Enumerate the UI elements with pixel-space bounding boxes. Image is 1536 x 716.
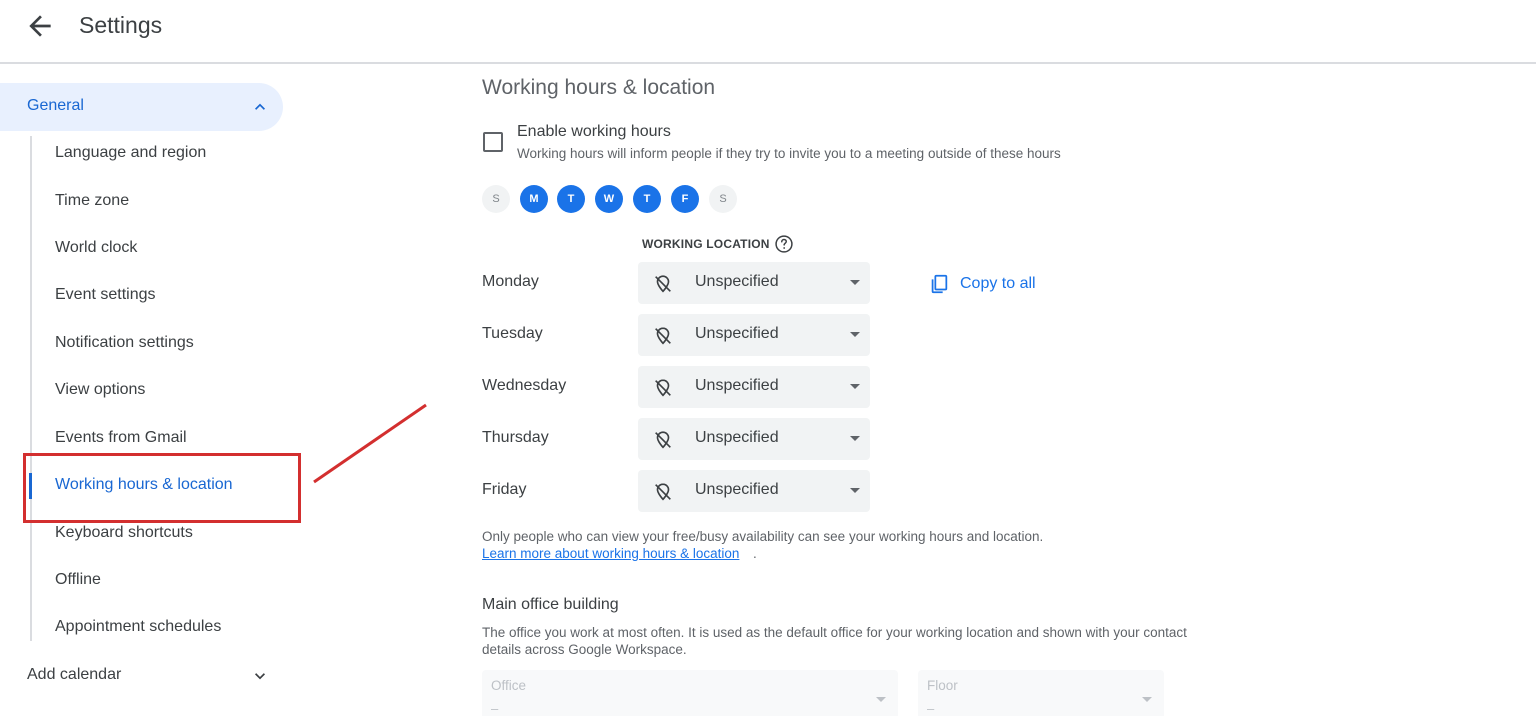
enable-working-hours-description: Working hours will inform people if they… (517, 146, 1061, 161)
copy-icon (931, 274, 948, 294)
dropdown-caret-icon (850, 488, 860, 493)
dropdown-caret-icon (850, 280, 860, 285)
location-select-friday[interactable]: Unspecified (638, 470, 870, 512)
dropdown-caret-icon (850, 436, 860, 441)
top-bar: Settings (0, 0, 1536, 64)
location-off-icon (655, 483, 671, 501)
location-value: Unspecified (695, 273, 779, 290)
day-chip-sunday[interactable]: S (482, 185, 510, 213)
day-chip-monday[interactable]: M (520, 185, 548, 213)
location-off-icon (655, 379, 671, 397)
row-day-label: Tuesday (482, 325, 543, 342)
main-content: Working hours & location Enable working … (482, 66, 1482, 716)
sidebar: General Language and region Time zone Wo… (0, 66, 300, 716)
sidebar-item-notification-settings[interactable]: Notification settings (55, 334, 194, 352)
location-value: Unspecified (695, 377, 779, 394)
sidebar-item-events-from-gmail[interactable]: Events from Gmail (55, 429, 187, 447)
working-location-header: WORKING LOCATION (642, 237, 770, 251)
location-value: Unspecified (695, 429, 779, 446)
page-title: Settings (79, 12, 163, 38)
day-chip-wednesday[interactable]: W (595, 185, 623, 213)
dropdown-caret-icon (1142, 697, 1152, 702)
enable-working-hours-label: Enable working hours (517, 123, 671, 140)
day-chip-saturday[interactable]: S (709, 185, 737, 213)
copy-to-all-button[interactable]: Copy to all (928, 272, 1036, 296)
sidebar-item-label: General (27, 97, 84, 114)
section-title: Working hours & location (482, 76, 716, 99)
location-select-wednesday[interactable]: Unspecified (638, 366, 870, 408)
sidebar-item-view-options[interactable]: View options (55, 381, 145, 399)
location-select-thursday[interactable]: Unspecified (638, 418, 870, 460)
dropdown-caret-icon (850, 332, 860, 337)
floor-field-label: Floor (927, 678, 958, 693)
location-select-monday[interactable]: Unspecified (638, 262, 870, 304)
subnav-line (30, 136, 32, 641)
arrow-left-icon[interactable] (24, 10, 56, 42)
location-select-tuesday[interactable]: Unspecified (638, 314, 870, 356)
sidebar-item-add-calendar[interactable]: Add calendar (27, 666, 121, 684)
enable-working-hours-checkbox[interactable] (483, 132, 503, 152)
dropdown-caret-icon (876, 697, 886, 702)
annotation-highlight-box (23, 453, 301, 523)
sidebar-item-appointment-schedules[interactable]: Appointment schedules (55, 618, 221, 636)
floor-select[interactable]: Floor – (918, 670, 1164, 716)
day-chip-tuesday[interactable]: T (557, 185, 585, 213)
sidebar-item-world-clock[interactable]: World clock (55, 239, 137, 257)
chevron-down-icon[interactable] (250, 666, 270, 686)
help-icon[interactable] (774, 234, 794, 254)
office-field-label: Office (491, 678, 527, 693)
office-section-title: Main office building (482, 596, 619, 613)
learn-more-link[interactable]: Learn more about working hours & locatio… (482, 546, 739, 561)
location-off-icon (655, 327, 671, 345)
office-select[interactable]: Office – (482, 670, 898, 716)
copy-to-all-label: Copy to all (960, 275, 1036, 292)
floor-field-value: – (927, 701, 935, 716)
day-chip-friday[interactable]: F (671, 185, 699, 213)
row-day-label: Friday (482, 481, 527, 498)
office-field-value: – (491, 701, 499, 716)
visibility-note: Only people who can view your free/busy … (482, 529, 1044, 544)
office-section-description: The office you work at most often. It is… (482, 625, 1187, 657)
row-day-label: Wednesday (482, 377, 567, 394)
sidebar-item-event-settings[interactable]: Event settings (55, 286, 156, 304)
sidebar-item-offline[interactable]: Offline (55, 571, 101, 589)
location-value: Unspecified (695, 325, 779, 342)
dropdown-caret-icon (850, 384, 860, 389)
sidebar-item-time-zone[interactable]: Time zone (55, 192, 129, 210)
sidebar-item-general[interactable]: General (0, 83, 283, 131)
sidebar-item-language-region[interactable]: Language and region (55, 144, 206, 162)
location-off-icon (655, 275, 671, 293)
row-day-label: Thursday (482, 429, 549, 446)
note-suffix: . (753, 546, 757, 561)
chevron-up-icon (255, 103, 265, 110)
location-value: Unspecified (695, 481, 779, 498)
location-off-icon (655, 431, 671, 449)
sidebar-item-keyboard-shortcuts[interactable]: Keyboard shortcuts (55, 524, 193, 542)
day-chip-thursday[interactable]: T (633, 185, 661, 213)
row-day-label: Monday (482, 273, 539, 290)
